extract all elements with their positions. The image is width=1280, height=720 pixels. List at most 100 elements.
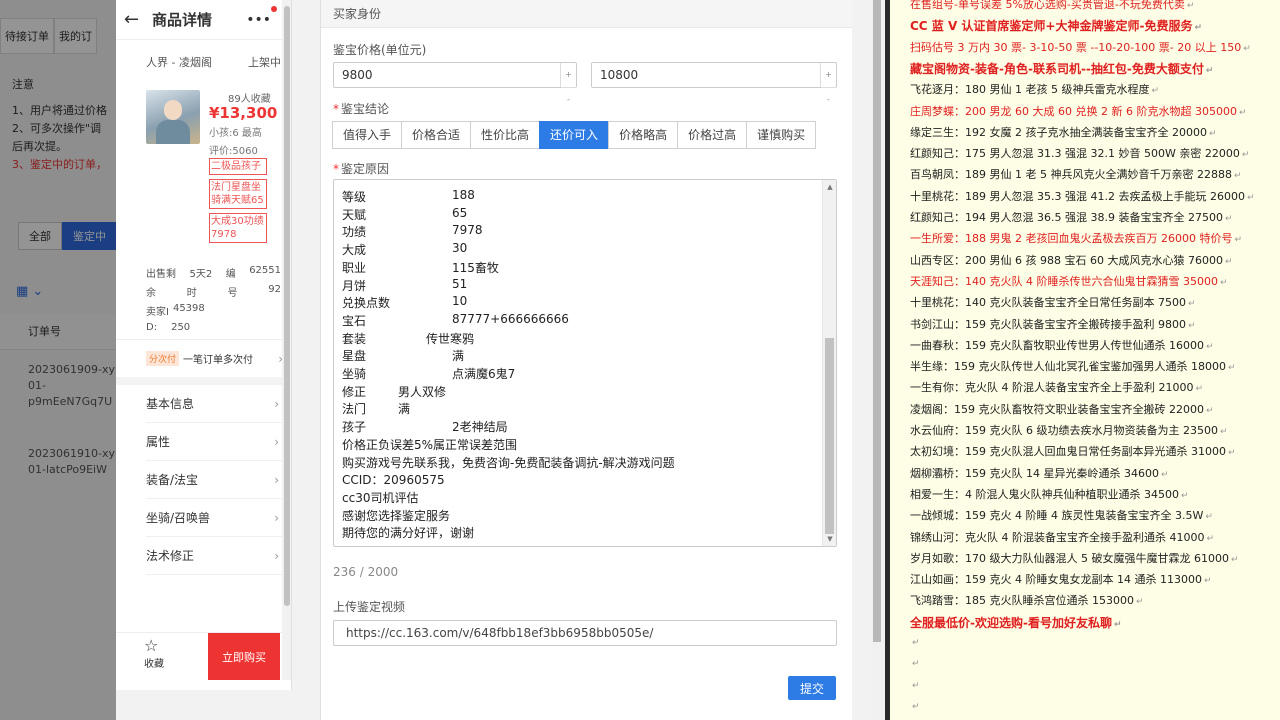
installment-row[interactable]: 分次付 一笔订单多次付 › [116, 339, 291, 385]
preview-footer: ☆ 收藏 立即购买 [116, 632, 282, 680]
conclusion-option[interactable]: 性价比高 [470, 121, 541, 149]
stepper[interactable]: + - [820, 63, 836, 104]
back-arrow-icon[interactable]: ← [124, 9, 152, 30]
product-summary: 89人收藏 ¥13,300 小孩:6 最高 评价:5060 二极品孩子 法门星盘… [116, 84, 291, 259]
reason-line-key: 宝石 [342, 313, 367, 328]
conclusion-option[interactable]: 值得入手 [332, 121, 403, 149]
video-label: 上传鉴定视频 [333, 600, 406, 614]
menu-item-label: 属性 [146, 435, 171, 449]
conclusion-option[interactable]: 价格合适 [401, 121, 472, 149]
listing-text: 凌烟阁：159 克火队畜牧符文职业装备宝宝齐全搬砖 22000 [910, 402, 1204, 416]
listing-line: 烟柳灞桥：159 克火队 14 星异光秦岭通杀 34600 ↵ [910, 465, 1169, 481]
menu-item-mounts[interactable]: 坐骑/召唤兽 › [146, 499, 291, 537]
character-avatar[interactable] [146, 90, 200, 144]
conclusion-option[interactable]: 价格略高 [608, 121, 679, 149]
more-dots-icon[interactable]: ••• [246, 5, 277, 28]
menu-item-equipment[interactable]: 装备/法宝 › [146, 461, 291, 499]
reason-line-value: 30 [452, 241, 468, 256]
menu-item-label: 基本信息 [146, 397, 195, 411]
reason-line-value: 7978 [452, 223, 483, 238]
favorite-label: 收藏 [144, 659, 164, 670]
preview-scrollbar[interactable] [282, 0, 291, 680]
price-max-input[interactable]: 10800 + - [591, 62, 837, 104]
reason-line-key: 修正 [342, 384, 367, 399]
chevron-right-icon: › [274, 510, 279, 525]
stat-label: D: [146, 322, 158, 333]
listing-line: 一曲春秋：159 克火队畜牧职业传世男人传世仙通杀 16000 ↵ [910, 337, 1214, 353]
reason-line-key: 期待您的满分好评，谢谢 [342, 526, 475, 541]
favorite-button[interactable]: ☆ 收藏 [116, 633, 208, 680]
paragraph-mark-icon: ↵ [1187, 299, 1196, 310]
preview-title: 商品详情 [152, 11, 213, 29]
server-name: 人界 - 凌烟阁 [146, 56, 212, 69]
listing-text: 锦绣山河：克火队 4 阶混装备宝宝齐全接手盈利通杀 41000 [910, 530, 1205, 544]
reason-line-value: 满 [452, 349, 465, 364]
conclusion-options: 值得入手 价格合适 性价比高 还价可入 价格略高 价格过高 谨慎购买 [332, 121, 817, 149]
price-min-input[interactable]: 9800 + - [333, 62, 577, 104]
stat-label: 余 [146, 288, 156, 299]
listing-line: 半生缘：159 克火队传世人仙北冥孔雀宝鉴加强男人通杀 18000 ↵ [910, 358, 1236, 374]
paragraph-mark-icon: ↵ [1186, 1, 1195, 11]
menu-item-spell-correction[interactable]: 法术修正 › [146, 537, 291, 575]
listing-line: 在售组号-单号误差 5%放心选购-买贵管退-不玩免费代卖 ↵ [910, 0, 1194, 12]
scroll-down-icon[interactable]: ▼ [823, 532, 836, 546]
paragraph-mark-icon: ↵ [1227, 363, 1236, 374]
product-price: ¥13,300 [209, 104, 278, 122]
reason-line-value: 传世寒鸦 [426, 331, 475, 346]
listing-text: 书剑江山：159 克火队装备宝宝齐全搬砖接手盈利 9800 [910, 317, 1186, 331]
appraisal-form: 买家身份 鉴宝价格(单位元) 9800 + - 10800 + - * 鉴宝结论 值得… [320, 0, 852, 720]
price-label: 鉴宝价格(单位元) [333, 43, 427, 57]
stat-value: 5天2 [189, 269, 213, 280]
conclusion-option[interactable]: 谨慎购买 [746, 121, 817, 149]
reason-line-value: 188 [452, 188, 475, 202]
listing-text: 半生缘：159 克火队传世人仙北冥孔雀宝鉴加强男人通杀 18000 [910, 360, 1226, 374]
listing-text: 江山如画：159 克火 4 阶睡女鬼女龙副本 14 通杀 113000 [910, 573, 1202, 587]
listing-text: 山西专区：200 男仙 6 孩 988 宝石 60 大成风克水心猿 76000 [910, 253, 1223, 267]
listing-line: 全服最低价-欢迎选购-看号加好友私聊 ↵ [910, 614, 1122, 631]
reason-line-value: 115畜牧 [452, 260, 499, 275]
reason-line-key: CCID：20960575 [342, 473, 445, 488]
paragraph-mark-icon: ↵ [1113, 619, 1122, 630]
paragraph-mark-icon: ↵ [1205, 341, 1214, 352]
listing-line: ↵ [910, 656, 920, 669]
listing-line: 一战倾城：159 克火 4 阶睡 4 族灵性鬼装备宝宝齐全 3.5W ↵ [910, 507, 1213, 523]
paragraph-mark-icon: ↵ [1208, 128, 1217, 139]
listing-text: CC 蓝 V 认证首席鉴定师+大神金牌鉴定师-免费服务 [910, 19, 1193, 34]
reason-line-value: 10 [452, 294, 468, 309]
paragraph-mark-icon: ↵ [1180, 490, 1189, 501]
listing-text: 天涯知己：140 克火队 4 阶睡杀传世六合仙鬼甘霖猜雪 35000 [910, 274, 1218, 288]
scroll-thumb[interactable] [825, 338, 834, 534]
menu-item-label: 坐骑/召唤兽 [146, 511, 211, 525]
listing-text: 一战倾城：159 克火 4 阶睡 4 族灵性鬼装备宝宝齐全 3.5W [910, 509, 1204, 523]
conclusion-option[interactable]: 还价可入 [539, 121, 610, 149]
stat-label: 号 [227, 288, 238, 299]
listing-line: 一生有你：克火队 4 阶混人装备宝宝齐全上手盈利 21000 ↵ [910, 379, 1203, 395]
listing-line: 江山如画：159 克火 4 阶睡女鬼女龙副本 14 通杀 113000 ↵ [910, 571, 1212, 587]
textarea-scrollbar[interactable]: ▲ ▼ [822, 180, 836, 546]
buy-now-button[interactable]: 立即购买 [208, 633, 280, 680]
reason-line-key: 法门 [342, 402, 367, 417]
paragraph-mark-icon: ↵ [1206, 533, 1215, 544]
paragraph-mark-icon: ↵ [1205, 405, 1214, 416]
stepper[interactable]: + - [560, 63, 576, 104]
product-tag: 大成30功绩7978 [209, 213, 267, 243]
menu-item-attributes[interactable]: 属性 › [146, 423, 291, 461]
paragraph-mark-icon: ↵ [1187, 320, 1196, 331]
scroll-up-icon[interactable]: ▲ [823, 180, 836, 194]
modal-scrollbar[interactable] [870, 0, 884, 720]
reason-textarea[interactable]: 等级 188 天赋 65 功绩 7978 大成 30 职业 115畜牧 月饼 51 兑换点数 10 宝石 87… [333, 179, 837, 547]
menu-item-basic-info[interactable]: 基本信息 › [146, 385, 291, 423]
reason-line-key: 星盘 [342, 349, 367, 364]
listing-text: 太初幻境：159 克火队混人回血鬼日常任务副本异光通杀 31000 [910, 445, 1226, 459]
chevron-right-icon: › [274, 548, 279, 563]
listing-line: 飞花逐月：180 男仙 1 老孩 5 级神兵雷克水程度 ↵ [910, 81, 1159, 97]
paragraph-mark-icon: ↵ [1227, 448, 1236, 459]
reason-line-key: 坐骑 [342, 367, 367, 381]
paragraph-mark-icon: ↵ [1135, 597, 1144, 608]
video-url-input[interactable]: https://cc.163.com/v/648fbb18ef3bb6958bb… [333, 620, 837, 646]
paragraph-mark-icon: ↵ [1195, 384, 1204, 395]
submit-button[interactable]: 提交 [788, 676, 836, 700]
conclusion-option[interactable]: 价格过高 [677, 121, 748, 149]
listing-notes-panel: 在售组号-单号误差 5%放心选购-买贵管退-不玩免费代卖 ↵ CC 蓝 V 认证首席… [890, 0, 1280, 720]
reason-line-key: 兑换点数 [342, 296, 391, 311]
